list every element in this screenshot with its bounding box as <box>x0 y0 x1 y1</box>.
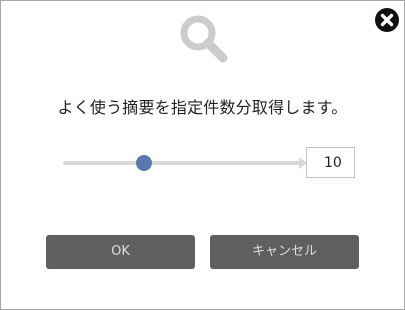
cancel-button[interactable]: キャンセル <box>210 235 359 269</box>
slider-track <box>63 161 305 165</box>
count-input[interactable] <box>306 147 355 178</box>
close-icon <box>380 13 394 27</box>
slider-thumb[interactable] <box>135 155 152 171</box>
count-slider[interactable] <box>63 153 307 173</box>
search-icon <box>180 15 228 63</box>
dialog-message: よく使う摘要を指定件数分取得します。 <box>57 98 348 117</box>
close-button[interactable] <box>375 8 399 32</box>
ok-button[interactable]: OK <box>46 235 195 269</box>
dialog: よく使う摘要を指定件数分取得します。 OK キャンセル <box>0 0 405 310</box>
